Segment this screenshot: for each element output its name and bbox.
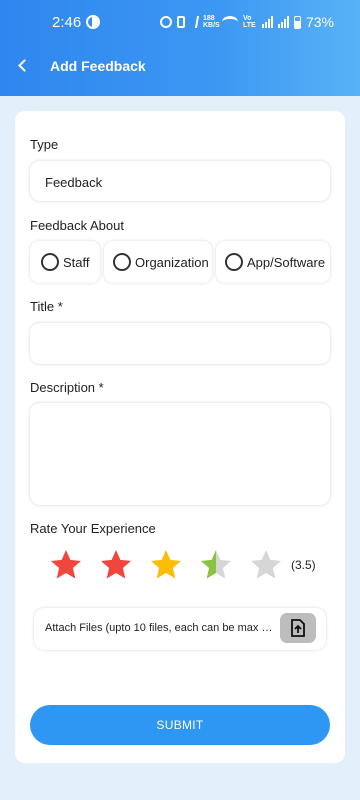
battery-icon	[293, 15, 301, 29]
radio-label: App/Software	[247, 254, 326, 270]
feedback-form-card: Type Feedback Feedback About Staff Organ…	[15, 111, 345, 763]
star-icon[interactable]	[148, 547, 184, 583]
signal-1-icon	[261, 16, 273, 28]
star-rating[interactable]: (3.5)	[48, 547, 328, 583]
alarm-icon	[159, 16, 172, 28]
status-time: 2:46	[52, 14, 82, 31]
battery-percent: 73%	[305, 14, 334, 30]
bluetooth-icon	[188, 16, 200, 28]
radio-circle-icon	[41, 253, 59, 271]
star-icon[interactable]	[48, 547, 84, 583]
status-bar: 2:46 188 KB/S Vo LTE 73%	[0, 0, 360, 44]
app-header: 2:46 188 KB/S Vo LTE 73% Add Feedback	[0, 0, 360, 96]
radio-option-staff[interactable]: Staff	[30, 241, 100, 283]
page-title: Add Feedback	[50, 58, 146, 74]
rating-value: (3.5)	[291, 558, 316, 572]
title-input[interactable]	[30, 323, 330, 364]
status-icons: 188 KB/S Vo LTE 73%	[159, 14, 334, 30]
star-icon[interactable]	[98, 547, 134, 583]
type-label: Type	[30, 137, 59, 152]
vibrate-icon	[176, 16, 185, 28]
type-field[interactable]: Feedback	[30, 161, 330, 201]
attach-files-label: Attach Files (upto 10 files, each can be…	[45, 622, 277, 634]
description-input[interactable]	[30, 403, 330, 505]
signal-2-icon	[277, 16, 289, 28]
network-speed: 188 KB/S	[202, 15, 220, 29]
volte-indicator: Vo LTE	[242, 15, 256, 29]
feedback-about-label: Feedback About	[30, 218, 124, 233]
wifi-icon	[221, 16, 238, 28]
radio-option-app-software[interactable]: App/Software	[216, 241, 330, 283]
upload-file-icon	[291, 619, 305, 637]
title-label: Title *	[30, 299, 63, 314]
star-icon[interactable]	[248, 547, 284, 583]
radio-circle-icon	[113, 253, 131, 271]
back-button[interactable]	[12, 54, 36, 78]
type-value: Feedback	[45, 175, 103, 190]
data-saver-icon	[86, 15, 100, 29]
radio-label: Organization	[135, 254, 209, 270]
rating-label: Rate Your Experience	[30, 521, 156, 536]
submit-button[interactable]: SUBMIT	[30, 705, 330, 745]
attach-files-field[interactable]: Attach Files (upto 10 files, each can be…	[34, 608, 326, 650]
radio-label: Staff	[63, 254, 90, 270]
half-star-icon[interactable]	[198, 547, 234, 583]
upload-file-button[interactable]	[280, 613, 316, 643]
feedback-about-group: Staff Organization App/Software	[30, 241, 330, 283]
description-label: Description *	[30, 380, 104, 395]
radio-circle-icon	[225, 253, 243, 271]
radio-option-organization[interactable]: Organization	[104, 241, 212, 283]
